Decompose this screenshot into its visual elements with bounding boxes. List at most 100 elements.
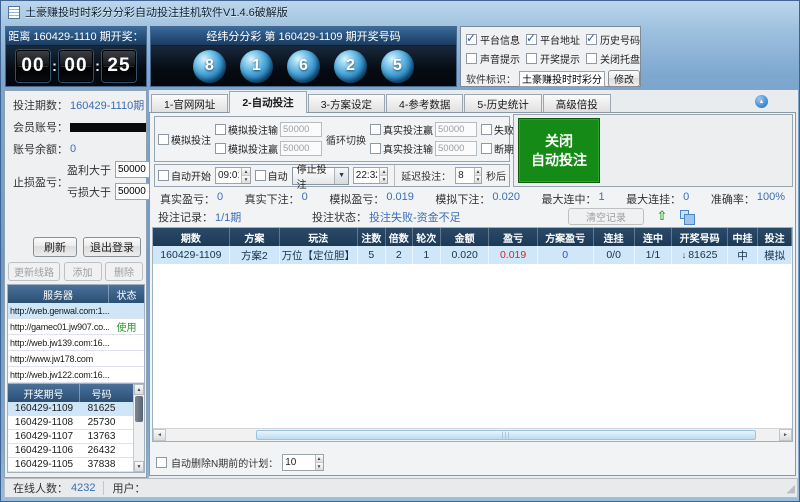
checkbox[interactable]: [466, 53, 477, 64]
checkbox[interactable]: [370, 143, 381, 154]
checkbox[interactable]: [526, 34, 537, 45]
scrollbar-thumb[interactable]: [256, 430, 756, 440]
server-status: 使用: [109, 319, 144, 334]
sim-bet-toggle[interactable]: 模拟投注: [158, 132, 211, 147]
spin-up-icon[interactable]: [242, 168, 249, 175]
titlebar[interactable]: 土豪赚投时时彩分分彩自动投注挂机软件V1.4.6破解版: [1, 1, 800, 23]
history-row[interactable]: 160429-1105 37838: [8, 458, 133, 472]
real-win-toggle[interactable]: 真实投注赢: [370, 122, 477, 137]
dropdown-arrow-icon[interactable]: [334, 168, 347, 184]
clear-records-button[interactable]: 清空记录: [568, 208, 644, 225]
start-time-stepper[interactable]: [215, 167, 251, 184]
history-scrollbar[interactable]: [133, 384, 144, 472]
delay-input[interactable]: [456, 168, 473, 183]
checkbox[interactable]: [481, 143, 492, 154]
draw-panel: 经纬分分彩 第 160429-1109 期开奖号码 8 1 6 2 5: [150, 26, 457, 87]
sim-win-input[interactable]: [280, 141, 322, 156]
history-row[interactable]: 160429-1107 13763: [8, 430, 133, 444]
option-draw-alert[interactable]: 开奖提示: [526, 51, 586, 66]
spin-down-icon[interactable]: [242, 175, 249, 183]
real-win-input[interactable]: [435, 122, 477, 137]
sim-win-toggle[interactable]: 模拟投注赢: [215, 141, 322, 156]
resize-grip[interactable]: [787, 482, 795, 495]
spin-up-icon[interactable]: [316, 455, 324, 462]
checkbox[interactable]: [215, 124, 226, 135]
checkbox[interactable]: [586, 53, 597, 64]
spin-down-icon[interactable]: [475, 175, 481, 183]
auto-start-toggle[interactable]: 自动开始: [158, 168, 211, 183]
checkbox[interactable]: [158, 170, 169, 181]
real-bet-value: 0: [302, 191, 308, 207]
update-line-button[interactable]: 更新线路: [8, 262, 60, 281]
account-value-redacted: [70, 123, 146, 132]
scrollbar-thumb[interactable]: [135, 396, 143, 422]
server-row[interactable]: http://www.jw178.com: [8, 351, 144, 367]
auto-toggle[interactable]: 自动: [255, 168, 288, 183]
spin-down-icon[interactable]: [380, 175, 387, 183]
checkbox[interactable]: [526, 53, 537, 64]
history-row[interactable]: 160429-1106 26432: [8, 444, 133, 458]
option-history-numbers[interactable]: 历史号码: [586, 32, 642, 47]
history-row[interactable]: 160429-1108 25730: [8, 416, 133, 430]
auto-delete-stepper[interactable]: [282, 454, 324, 471]
checkbox[interactable]: [586, 34, 597, 45]
real-lose-input[interactable]: [435, 141, 477, 156]
tab-official-site[interactable]: 1-官网网址: [151, 94, 228, 113]
start-time-input[interactable]: [216, 168, 241, 183]
server-row[interactable]: http://web.genwal.com:1...: [8, 303, 144, 319]
tab-history-stats[interactable]: 5-历史统计: [464, 94, 541, 113]
add-server-button[interactable]: 添加: [64, 262, 102, 281]
checkbox[interactable]: [466, 34, 477, 45]
down-arrow-icon: [682, 250, 687, 260]
server-row[interactable]: http://web.jw139.com:16...: [8, 335, 144, 351]
server-row[interactable]: http://gamec01.jw907.co... 使用: [8, 319, 144, 335]
tab-plan-settings[interactable]: 3-方案设定: [308, 94, 385, 113]
refresh-button[interactable]: 刷新: [33, 237, 77, 257]
auto-delete-checkbox[interactable]: [156, 457, 167, 468]
server-row[interactable]: http://web.jw122.com:16...: [8, 367, 144, 383]
delay-stepper[interactable]: [455, 167, 482, 184]
software-id-label: 软件标识：: [466, 71, 516, 86]
option-sound-alert[interactable]: 声音提示: [466, 51, 526, 66]
balance-value: 0: [70, 143, 76, 155]
logout-button[interactable]: 退出登录: [83, 237, 141, 257]
checkbox[interactable]: [215, 143, 226, 154]
spin-up-icon[interactable]: [475, 168, 481, 175]
option-platform-address[interactable]: 平台地址: [526, 32, 586, 47]
stop-action-dropdown[interactable]: 停止投注: [292, 167, 349, 185]
option-platform-info[interactable]: 平台信息: [466, 32, 526, 47]
tab-auto-bet[interactable]: 2-自动投注: [229, 91, 306, 113]
table-horizontal-scrollbar[interactable]: [153, 428, 792, 441]
auto-delete-input[interactable]: [283, 455, 314, 470]
checkbox[interactable]: [255, 170, 266, 181]
end-time-input[interactable]: [354, 168, 379, 183]
tab-advanced-multiplier[interactable]: 高级倍投: [543, 94, 611, 113]
col-amount: 金额: [441, 228, 489, 246]
max-hit-label: 最大连中：: [542, 191, 597, 207]
bet-table-row[interactable]: 160429-1109 方案2 万位【定位胆】 5 2 1 0.020 0.01…: [153, 246, 792, 264]
countdown-minutes-low: 00: [59, 50, 93, 82]
copy-icon[interactable]: [680, 210, 689, 219]
spin-down-icon[interactable]: [316, 462, 324, 470]
scroll-right-button[interactable]: [779, 429, 792, 441]
checkbox[interactable]: [481, 124, 492, 135]
checkbox[interactable]: [370, 124, 381, 135]
sim-lose-toggle[interactable]: 模拟投注输: [215, 122, 322, 137]
modify-button[interactable]: 修改: [608, 70, 640, 87]
close-auto-bet-button[interactable]: 关闭 自动投注: [518, 118, 600, 183]
tab-reference-data[interactable]: 4-参考数据: [386, 94, 463, 113]
option-close-tray[interactable]: 关闭托盘: [586, 51, 642, 66]
scroll-down-button[interactable]: [134, 461, 144, 472]
history-row[interactable]: 160429-1109 81625: [8, 402, 133, 416]
end-time-stepper[interactable]: [353, 167, 389, 184]
send-up-icon[interactable]: [654, 208, 670, 224]
scroll-up-button[interactable]: [134, 384, 144, 395]
checkbox[interactable]: [158, 134, 169, 145]
collapse-up-icon[interactable]: [755, 95, 768, 108]
scroll-left-button[interactable]: [153, 429, 166, 441]
spin-up-icon[interactable]: [380, 168, 387, 175]
sim-lose-input[interactable]: [280, 122, 322, 137]
delete-server-button[interactable]: 删除: [105, 262, 143, 281]
real-lose-toggle[interactable]: 真实投注输: [370, 141, 477, 156]
software-id-input[interactable]: [519, 71, 605, 87]
